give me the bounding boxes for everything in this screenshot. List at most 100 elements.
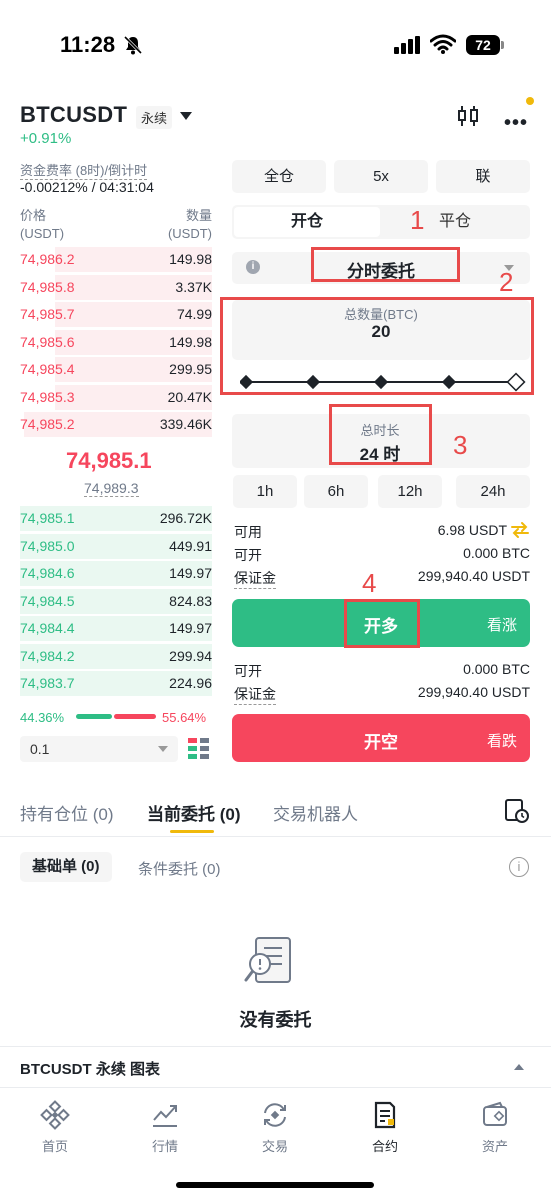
long-openable-value: 0.000 BTC [463, 545, 530, 561]
bid-row[interactable]: 74,984.6 149.97 [20, 560, 212, 587]
bid-qty: 449.91 [169, 537, 212, 554]
nav-assets[interactable]: 资产 [440, 1090, 550, 1160]
symbol-dropdown-icon[interactable] [180, 112, 192, 120]
long-margin-label[interactable]: 保证金 [234, 568, 276, 589]
price-header-unit: (USDT) [20, 226, 65, 241]
annotation-number-1: 1 [410, 205, 425, 235]
home-indicator[interactable] [176, 1182, 374, 1188]
empty-orders-icon [244, 937, 291, 983]
ask-price: 74,986.2 [20, 251, 75, 267]
subtab-basic[interactable]: 基础单 (0) [20, 852, 112, 882]
nav-markets[interactable]: 行情 [110, 1090, 220, 1160]
nav-trade-label: 交易 [261, 1139, 288, 1154]
duration-preset-24h[interactable]: 24h [456, 475, 530, 508]
margin-mode-button[interactable]: 全仓 [232, 160, 326, 193]
ask-price: 74,985.2 [20, 416, 75, 432]
duration-preset-6h[interactable]: 6h [304, 475, 368, 508]
annotation-number-4: 4 [362, 568, 377, 598]
bid-qty: 224.96 [169, 675, 212, 691]
ask-price: 74,985.7 [20, 306, 75, 322]
ask-row[interactable]: 74,985.3 20.47K [20, 384, 212, 411]
ask-row[interactable]: 74,985.6 149.98 [20, 329, 212, 356]
short-side-label: 看跌 [487, 733, 518, 750]
tab-divider [0, 836, 551, 837]
candlestick-chart-icon[interactable] [456, 104, 480, 128]
order-history-icon[interactable] [504, 798, 530, 824]
ask-row[interactable]: 74,986.2 149.98 [20, 246, 212, 273]
home-icon [40, 1100, 70, 1130]
info-icon[interactable]: i [246, 260, 260, 274]
ask-qty: 149.98 [169, 333, 212, 350]
ask-qty: 74.99 [176, 306, 212, 322]
nav-trade[interactable]: 交易 [220, 1090, 330, 1160]
buy-ratio-bar [76, 714, 112, 719]
signal-icon [394, 36, 420, 54]
short-margin-label[interactable]: 保证金 [234, 684, 276, 705]
symbol-title[interactable]: BTCUSDT [20, 102, 127, 128]
bid-qty: 824.83 [169, 592, 212, 609]
annotation-box-quantity [220, 297, 534, 395]
nav-markets-label: 行情 [151, 1139, 178, 1154]
bid-row[interactable]: 74,985.1 296.72K [20, 505, 212, 532]
price-change: +0.91% [20, 130, 72, 147]
tab-open-orders[interactable]: 当前委托 (0) [147, 800, 241, 825]
leverage-button[interactable]: 5x [334, 160, 428, 193]
notification-dot [526, 97, 534, 105]
available-label: 可用 [234, 524, 262, 540]
buy-ratio: 44.36% [20, 710, 65, 725]
nav-home[interactable]: 首页 [0, 1090, 110, 1160]
contract-tag: 永续 [136, 106, 173, 129]
bid-price: 74,983.7 [20, 675, 75, 691]
ask-row[interactable]: 74,985.8 3.37K [20, 274, 212, 301]
precision-select[interactable]: 0.1 [20, 736, 178, 762]
tab-trading-bots[interactable]: 交易机器人 [273, 800, 358, 825]
ask-price: 74,985.3 [20, 388, 75, 405]
bid-row[interactable]: 74,983.7 224.96 [20, 670, 212, 697]
duration-preset-1h[interactable]: 1h [233, 475, 297, 508]
qty-header-unit: (USDT) [167, 226, 212, 241]
ask-qty: 20.47K [167, 388, 212, 405]
annotation-box-order-type [311, 247, 460, 282]
active-tab-indicator [170, 830, 214, 833]
bid-row[interactable]: 74,984.4 149.97 [20, 615, 212, 642]
ask-row[interactable]: 74,985.4 299.95 [20, 356, 212, 383]
bid-qty: 299.94 [169, 647, 212, 664]
bid-row[interactable]: 74,984.2 299.94 [20, 643, 212, 670]
bid-price: 74,984.4 [20, 620, 75, 636]
bid-price: 74,984.2 [20, 647, 75, 664]
chart-bar-label: BTCUSDT 永续 图表 [20, 1061, 160, 1078]
status-time: 11:28 [60, 32, 116, 57]
bid-price: 74,985.0 [20, 537, 75, 554]
short-openable-value: 0.000 BTC [463, 661, 530, 677]
ask-price: 74,985.8 [20, 278, 75, 295]
tab-close[interactable]: 平仓 [382, 207, 528, 237]
tab-open[interactable]: 开仓 [234, 207, 380, 237]
tab-positions[interactable]: 持有仓位 (0) [20, 800, 114, 825]
nav-futures[interactable]: 合约 [330, 1090, 440, 1160]
position-mode-button[interactable]: 联 [436, 160, 530, 193]
orderbook-qty-header[interactable]: 数量 (USDT) [168, 207, 212, 243]
funding-rate-label[interactable]: 资金费率 (8时)/倒计时 [20, 160, 148, 180]
bid-qty: 296.72K [159, 510, 212, 526]
open-short-label: 开空 [364, 733, 398, 752]
annotation-box-duration [329, 404, 432, 465]
bell-muted-icon [123, 35, 143, 55]
bid-row[interactable]: 74,985.0 449.91 [20, 533, 212, 560]
bid-row[interactable]: 74,984.5 824.83 [20, 588, 212, 615]
chart-divider [0, 1046, 551, 1047]
subtab-conditional[interactable]: 条件委托 (0) [138, 858, 221, 879]
annotation-box-open-long [344, 599, 420, 648]
orderbook-layout-icon[interactable] [188, 738, 210, 760]
ask-row[interactable]: 74,985.7 74.99 [20, 301, 212, 328]
bid-qty: 149.97 [169, 565, 212, 581]
available-value: 6.98 USDT [437, 522, 507, 538]
nav-assets-label: 资产 [481, 1139, 508, 1154]
more-options-icon[interactable]: ••• [504, 112, 528, 135]
chevron-up-icon[interactable] [514, 1064, 524, 1070]
duration-preset-12h[interactable]: 12h [378, 475, 442, 508]
ask-row[interactable]: 74,985.2 339.46K [20, 411, 212, 438]
bid-price: 74,984.6 [20, 565, 75, 581]
info-icon[interactable]: i [509, 857, 529, 877]
ask-price: 74,985.6 [20, 333, 75, 350]
transfer-icon[interactable] [510, 521, 530, 539]
